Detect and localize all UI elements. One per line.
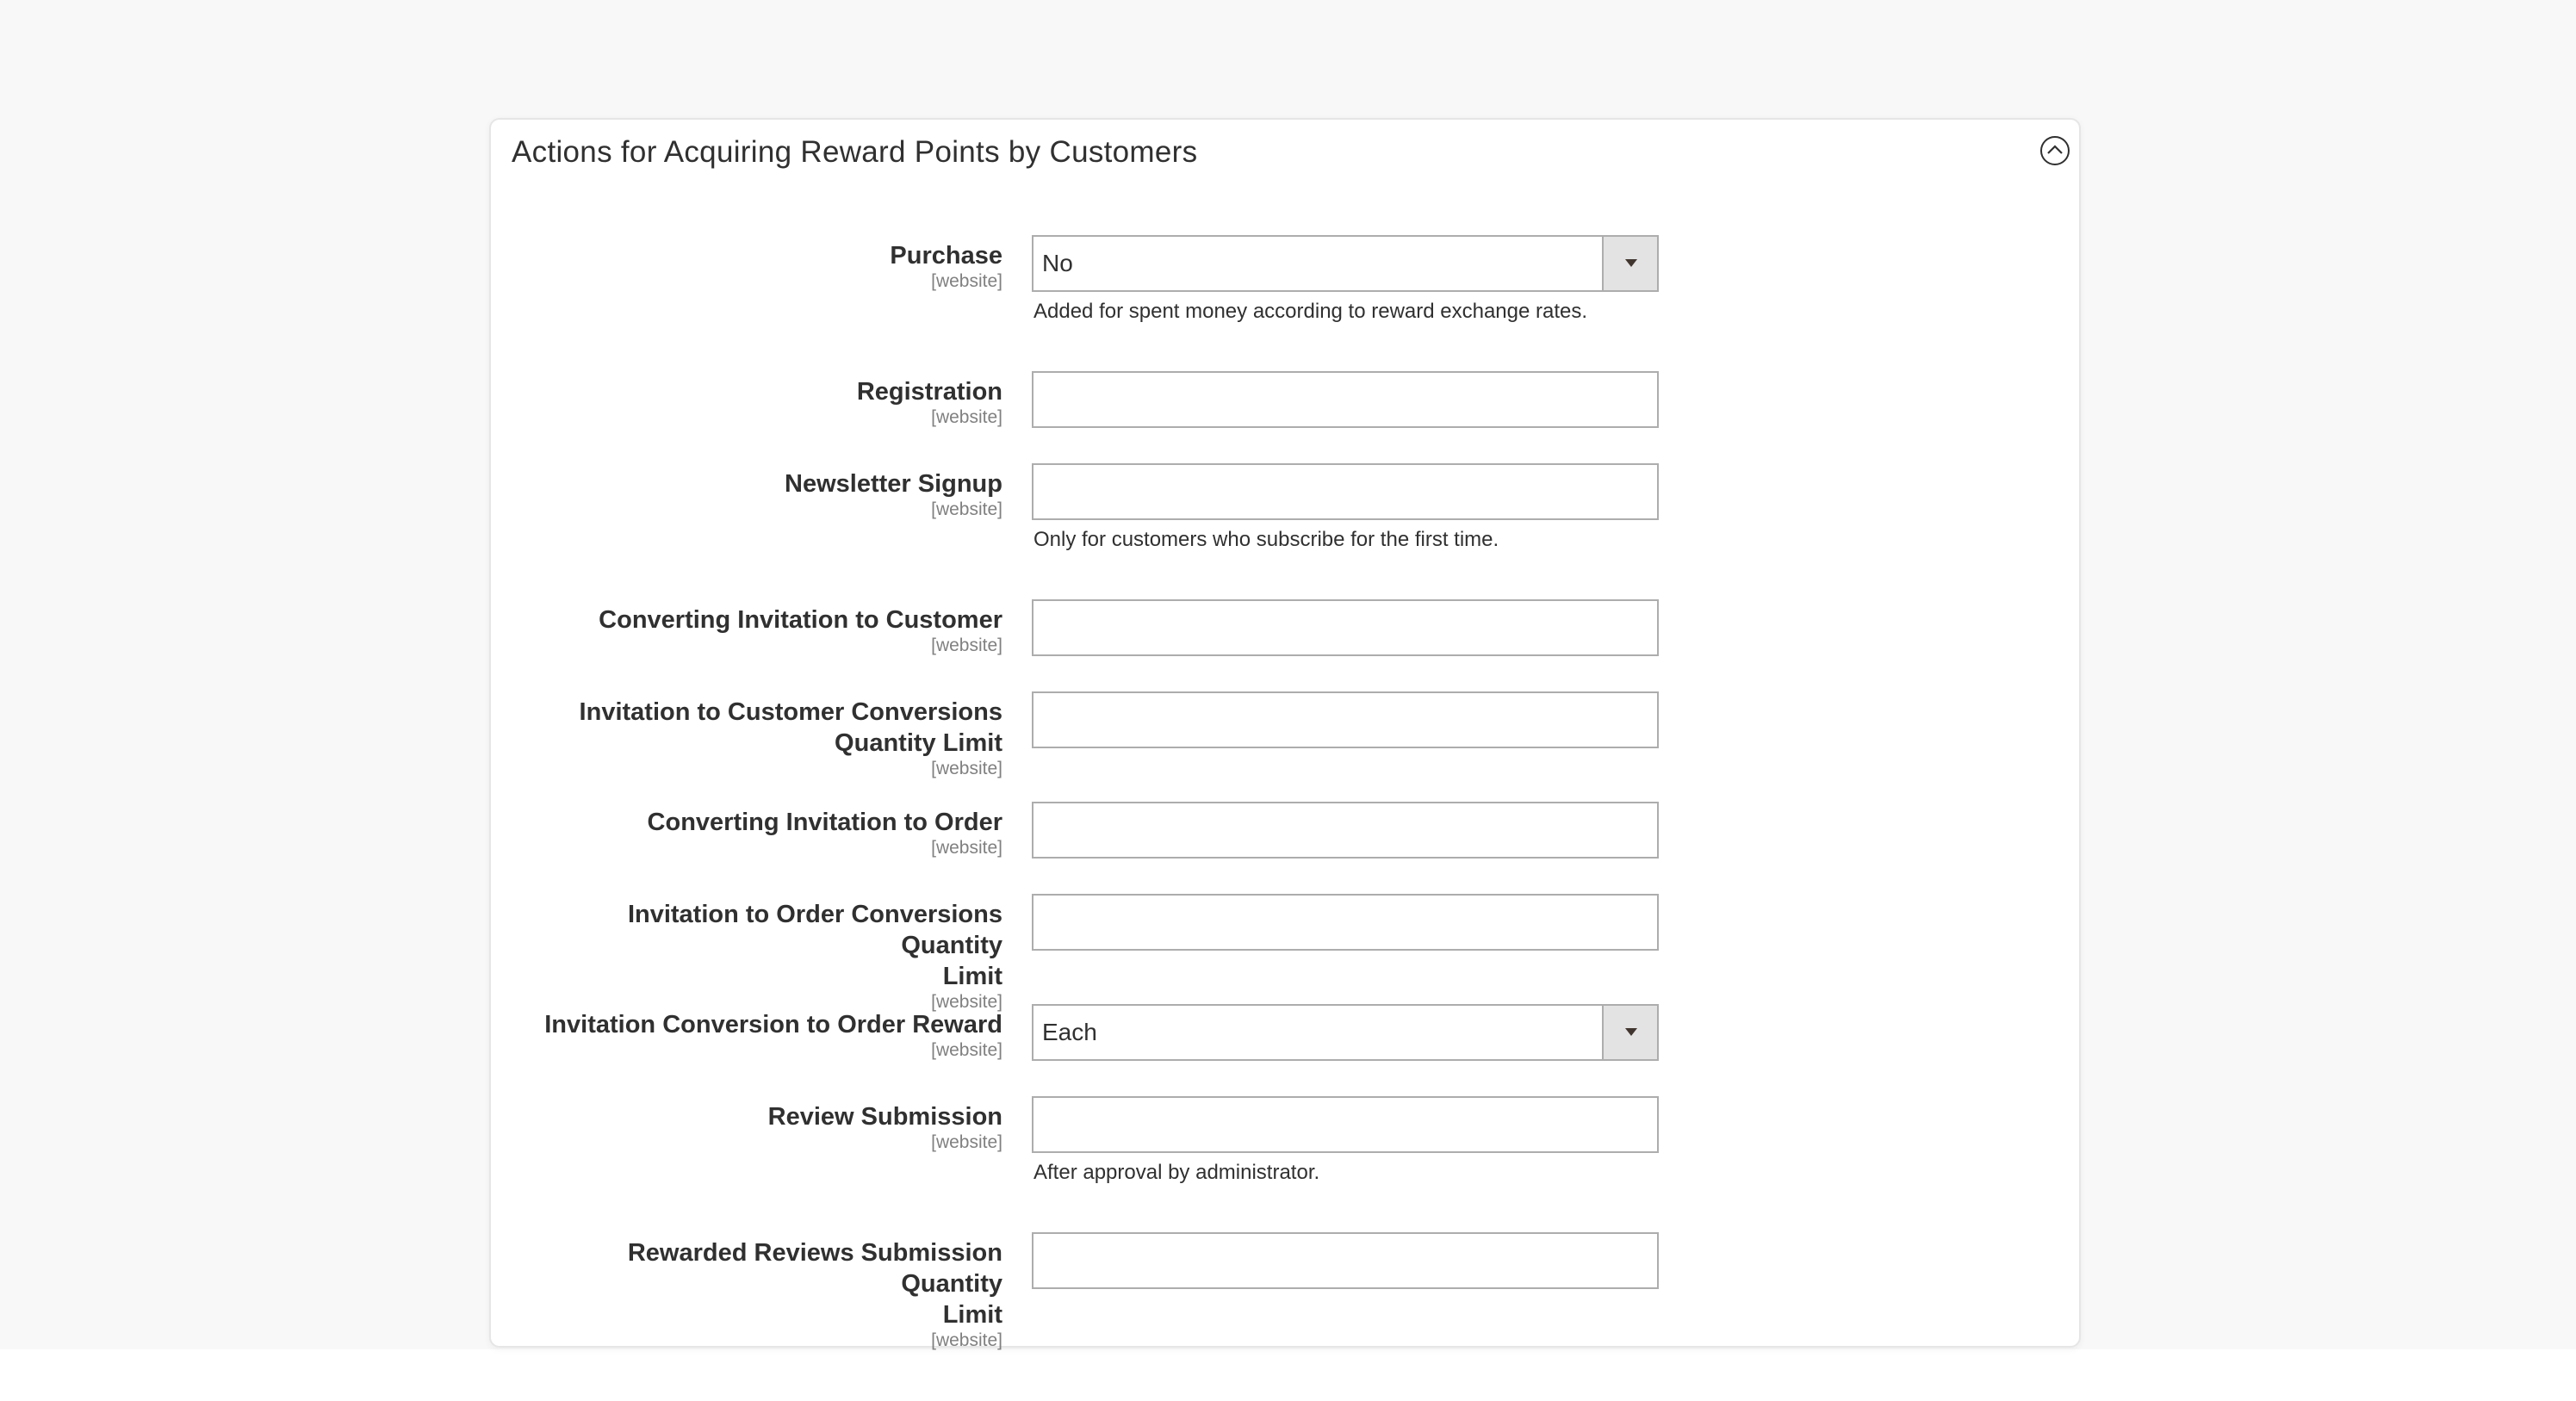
chevron-down-icon xyxy=(1625,1028,1637,1036)
scope-label: [website] xyxy=(931,1040,1002,1060)
invitation-conversion-order-reward-select[interactable]: Each xyxy=(1032,1004,1659,1061)
converting-invitation-to-order-input-wrap xyxy=(1032,802,1659,859)
converting-invitation-to-customer-input-wrap xyxy=(1032,599,1659,656)
converting-invitation-to-order-input[interactable] xyxy=(1034,803,1657,857)
invitation-customer-conversions-limit-input-wrap xyxy=(1032,691,1659,748)
invitation-conversion-order-reward-value: Each xyxy=(1042,1019,1097,1045)
review-submission-note: After approval by administrator. xyxy=(1034,1161,1320,1184)
newsletter-signup-input[interactable] xyxy=(1034,465,1657,518)
field-label-invitation-conversion-order-reward: Invitation Conversion to Order Reward [w… xyxy=(520,1009,1002,1061)
review-submission-input-wrap xyxy=(1032,1096,1659,1153)
registration-input-wrap xyxy=(1032,371,1659,428)
purchase-note: Added for spent money according to rewar… xyxy=(1034,300,1588,323)
reward-actions-section: Actions for Acquiring Reward Points by C… xyxy=(489,118,2081,1351)
field-label-rewarded-reviews-limit: Rewarded Reviews Submission Quantity Lim… xyxy=(520,1237,1002,1351)
purchase-select-toggle[interactable] xyxy=(1602,237,1657,290)
field-label-converting-invitation-to-order: Converting Invitation to Order [website] xyxy=(520,807,1002,859)
field-label-invitation-order-conversions-limit: Invitation to Order Conversions Quantity… xyxy=(520,899,1002,1013)
rewarded-reviews-limit-input[interactable] xyxy=(1034,1234,1657,1287)
registration-input[interactable] xyxy=(1034,373,1657,426)
converting-invitation-to-customer-input[interactable] xyxy=(1034,601,1657,654)
field-label-review-submission: Review Submission [website] xyxy=(520,1101,1002,1153)
purchase-select[interactable]: No xyxy=(1032,235,1659,292)
rewarded-reviews-limit-input-wrap xyxy=(1032,1232,1659,1289)
scope-label: [website] xyxy=(931,838,1002,858)
collapse-icon[interactable] xyxy=(2039,135,2070,166)
invitation-customer-conversions-limit-input[interactable] xyxy=(1034,693,1657,747)
scope-label: [website] xyxy=(931,1132,1002,1152)
scope-label: [website] xyxy=(931,1330,1002,1350)
field-label-converting-invitation-to-customer: Converting Invitation to Customer [websi… xyxy=(520,604,1002,656)
invitation-order-conversions-limit-input-wrap xyxy=(1032,894,1659,951)
purchase-select-value: No xyxy=(1042,250,1073,276)
chevron-down-icon xyxy=(1625,259,1637,267)
scope-label: [website] xyxy=(931,499,1002,519)
invitation-conversion-order-reward-toggle[interactable] xyxy=(1602,1006,1657,1059)
field-label-invitation-customer-conversions-limit: Invitation to Customer Conversions Quant… xyxy=(520,697,1002,779)
scope-label: [website] xyxy=(931,407,1002,427)
review-submission-input[interactable] xyxy=(1034,1098,1657,1151)
field-label-registration: Registration [website] xyxy=(520,376,1002,428)
newsletter-signup-input-wrap xyxy=(1032,463,1659,520)
field-label-purchase: Purchase [website] xyxy=(520,240,1002,292)
section-title: Actions for Acquiring Reward Points by C… xyxy=(512,135,1198,169)
newsletter-signup-note: Only for customers who subscribe for the… xyxy=(1034,528,1499,551)
field-label-newsletter-signup: Newsletter Signup [website] xyxy=(520,468,1002,520)
invitation-order-conversions-limit-input[interactable] xyxy=(1034,896,1657,949)
scope-label: [website] xyxy=(931,759,1002,778)
scope-label: [website] xyxy=(931,635,1002,655)
scope-label: [website] xyxy=(931,271,1002,291)
